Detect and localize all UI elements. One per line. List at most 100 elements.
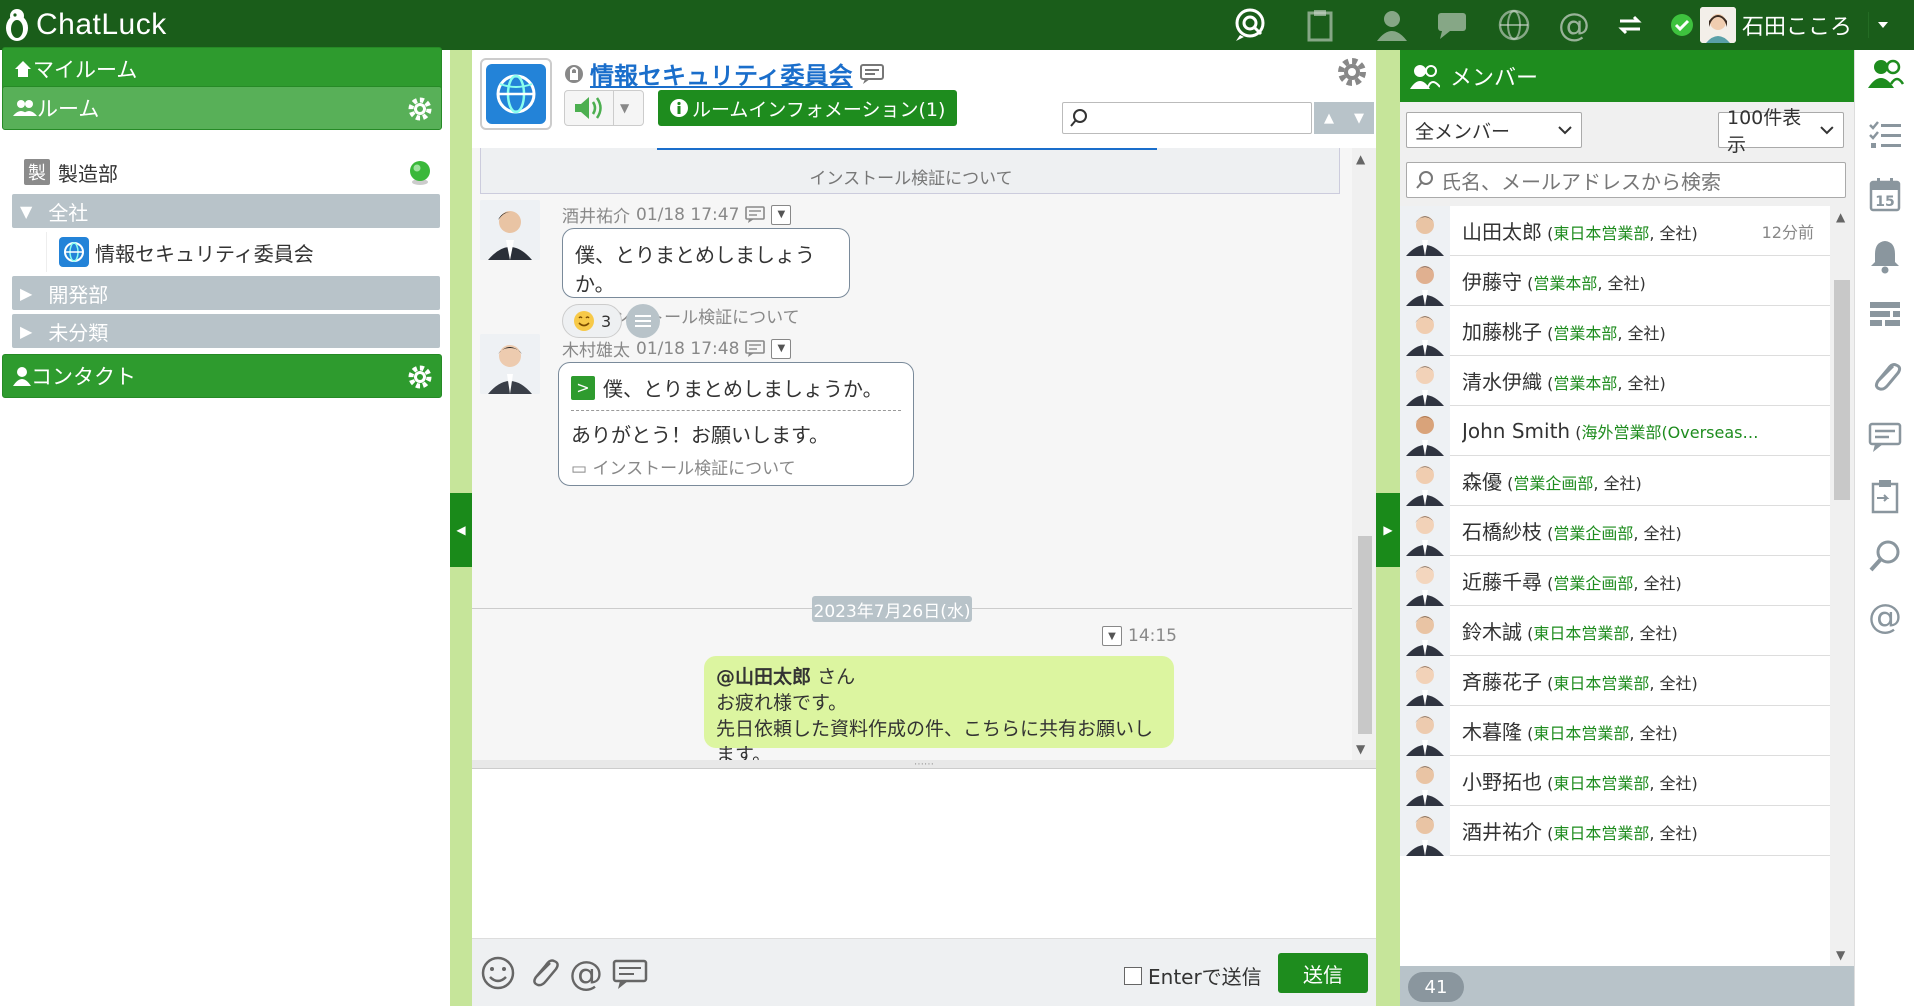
chat-icon[interactable] — [1432, 5, 1472, 45]
member-row[interactable]: 斉藤花子 (東日本営業部, 全社) — [1400, 655, 1830, 706]
sidebar-room-manufacturing[interactable]: 製 製造部 — [12, 154, 440, 190]
globe-icon[interactable] — [1494, 5, 1534, 45]
message-menu-dropdown-icon[interactable]: ▼ — [1102, 626, 1122, 646]
member-row[interactable]: 清水伊織 (営業本部, 全社) — [1400, 355, 1830, 406]
member-row[interactable]: 木暮隆 (東日本営業部, 全社) — [1400, 705, 1830, 756]
topic-icon[interactable] — [859, 63, 885, 85]
member-row[interactable]: 酒井祐介 (東日本営業部, 全社) — [1400, 805, 1830, 856]
mention-icon[interactable]: @ — [1554, 5, 1594, 45]
member-row[interactable]: 小野拓也 (東日本営業部, 全社) — [1400, 755, 1830, 806]
avatar[interactable] — [1400, 755, 1450, 806]
my-message-bubble[interactable]: @山田太郎 さん お疲れ様です。 先日依頼した資料作成の件、こちらに共有お願いし… — [704, 656, 1174, 760]
member-dept[interactable]: 海外営業部(Overseas… — [1581, 423, 1758, 442]
app-logo[interactable]: ChatLuck — [4, 6, 167, 44]
scroll-up-icon[interactable]: ▲ — [1356, 152, 1365, 166]
compose-resize-handle[interactable]: ⋯⋯ — [472, 759, 1376, 770]
page-size-select[interactable]: 100件表示 — [1718, 107, 1844, 156]
clipboard-icon[interactable] — [1865, 476, 1905, 516]
sidebar-group-all[interactable]: ▼ 全社 — [12, 194, 440, 228]
member-dept[interactable]: 東日本営業部 — [1533, 624, 1629, 643]
member-dept[interactable]: 東日本営業部 — [1553, 674, 1649, 693]
member-dept[interactable]: 営業本部 — [1553, 324, 1617, 343]
avatar[interactable] — [1400, 305, 1450, 356]
member-dept[interactable]: 営業企画部 — [1513, 474, 1593, 493]
contact-icon[interactable] — [1372, 5, 1412, 45]
collapse-right-arrow-icon[interactable]: ▶ — [1376, 493, 1400, 567]
member-list-scrollbar[interactable]: ▲ ▼ — [1830, 206, 1854, 966]
member-row[interactable]: 森優 (営業企画部, 全社) — [1400, 455, 1830, 506]
avatar[interactable] — [1400, 605, 1450, 656]
emoji-icon[interactable] — [478, 953, 518, 993]
avatar[interactable] — [1400, 555, 1450, 606]
member-row[interactable]: 石橋紗枝 (営業企画部, 全社) — [1400, 505, 1830, 556]
reaction-smile[interactable]: 3 — [562, 304, 623, 338]
member-row[interactable]: 伊藤守 (営業本部, 全社) — [1400, 255, 1830, 306]
avatar[interactable] — [1400, 355, 1450, 406]
mention-icon[interactable]: @ — [1865, 596, 1905, 636]
message-input[interactable] — [472, 768, 1376, 938]
attach-icon[interactable] — [524, 953, 564, 993]
member-dept[interactable]: 営業企画部 — [1553, 524, 1633, 543]
mention[interactable]: @山田太郎 — [716, 666, 811, 688]
message-search-input[interactable] — [1062, 102, 1312, 134]
member-dept[interactable]: 営業企画部 — [1553, 574, 1633, 593]
collapse-left-arrow-icon[interactable]: ◀ — [450, 493, 472, 567]
mention-icon[interactable]: @ — [566, 953, 606, 993]
message-scrollbar[interactable]: ▲ ▼ — [1352, 148, 1376, 760]
avatar[interactable] — [480, 200, 540, 260]
avatar[interactable] — [1400, 455, 1450, 506]
member-row[interactable]: 鈴木誠 (東日本営業部, 全社) — [1400, 605, 1830, 656]
search-next-button[interactable]: ▼ — [1344, 102, 1374, 134]
avatar[interactable] — [1400, 255, 1450, 306]
member-search-input[interactable]: 氏名、メールアドレスから検索 — [1406, 162, 1846, 198]
message-bubble[interactable]: > 僕、とりまとめしましょうか。 ありがとう！お願いします。 ▭ インストール検… — [558, 362, 914, 486]
message-topic-ref[interactable]: ▭ インストール検証について — [571, 454, 901, 479]
scroll-up-icon[interactable]: ▲ — [1836, 210, 1845, 224]
rooms-settings-gear-icon[interactable] — [407, 96, 433, 122]
bell-icon[interactable] — [1865, 236, 1905, 276]
topic-list-icon[interactable] — [1865, 416, 1905, 456]
topic-icon[interactable] — [745, 205, 766, 224]
member-row[interactable]: 山田太郎 (東日本営業部, 全社) 12分前 — [1400, 206, 1830, 256]
member-filter-select[interactable]: 全メンバー — [1406, 112, 1582, 148]
avatar[interactable] — [1400, 405, 1450, 456]
message-list[interactable]: インストール検証について 酒井祐介 01/18 17:47 ▼ 僕、とりまとめし… — [472, 148, 1376, 760]
search-prev-button[interactable]: ▲ — [1314, 102, 1344, 134]
kanban-icon[interactable] — [1865, 296, 1905, 336]
enter-to-send-toggle[interactable]: Enterで送信 — [1124, 961, 1262, 990]
member-dept[interactable]: 営業本部 — [1553, 374, 1617, 393]
member-dept[interactable]: 営業本部 — [1533, 274, 1597, 293]
members-tab-icon[interactable] — [1865, 54, 1905, 94]
avatar[interactable] — [480, 334, 540, 394]
sidebar-room-security[interactable]: 情報セキュリティ委員会 — [46, 232, 440, 272]
notification-sound-dropdown[interactable]: ▼ — [564, 90, 644, 126]
topic-icon[interactable] — [745, 339, 766, 358]
member-dept[interactable]: 東日本営業部 — [1553, 774, 1649, 793]
avatar[interactable] — [1400, 505, 1450, 556]
avatar[interactable] — [1400, 655, 1450, 706]
room-settings-gear-icon[interactable] — [1336, 56, 1368, 88]
member-dept[interactable]: 東日本営業部 — [1553, 824, 1649, 843]
sidebar-group-dev[interactable]: ▶ 開発部 — [12, 276, 440, 310]
member-dept[interactable]: 東日本営業部 — [1533, 724, 1629, 743]
member-row[interactable]: John Smith (海外営業部(Overseas… — [1400, 405, 1830, 456]
contacts-settings-gear-icon[interactable] — [407, 364, 433, 390]
task-list-icon[interactable] — [1865, 116, 1905, 156]
member-dept[interactable]: 東日本営業部 — [1553, 224, 1649, 243]
reaction-list-button[interactable] — [626, 304, 660, 338]
avatar[interactable] — [1400, 705, 1450, 756]
chat-search-icon[interactable] — [1230, 5, 1270, 45]
enter-to-send-checkbox[interactable] — [1124, 966, 1142, 985]
paperclip-icon[interactable] — [1865, 356, 1905, 396]
avatar[interactable] — [1400, 805, 1450, 856]
swap-icon[interactable] — [1610, 5, 1650, 45]
message-menu-dropdown-icon[interactable]: ▼ — [771, 204, 792, 225]
scroll-down-icon[interactable]: ▼ — [1356, 742, 1365, 756]
sidebar-contacts[interactable]: コンタクト — [2, 354, 442, 398]
message-bubble[interactable]: 僕、とりまとめしましょうか。 ▭ インストール検証について — [562, 228, 850, 328]
left-splitter[interactable]: ◀ — [450, 50, 472, 1006]
member-row[interactable]: 加藤桃子 (営業本部, 全社) — [1400, 305, 1830, 356]
avatar[interactable] — [1400, 206, 1450, 256]
sidebar-rooms[interactable]: ルーム — [2, 86, 442, 130]
message-menu-dropdown-icon[interactable]: ▼ — [771, 338, 792, 359]
